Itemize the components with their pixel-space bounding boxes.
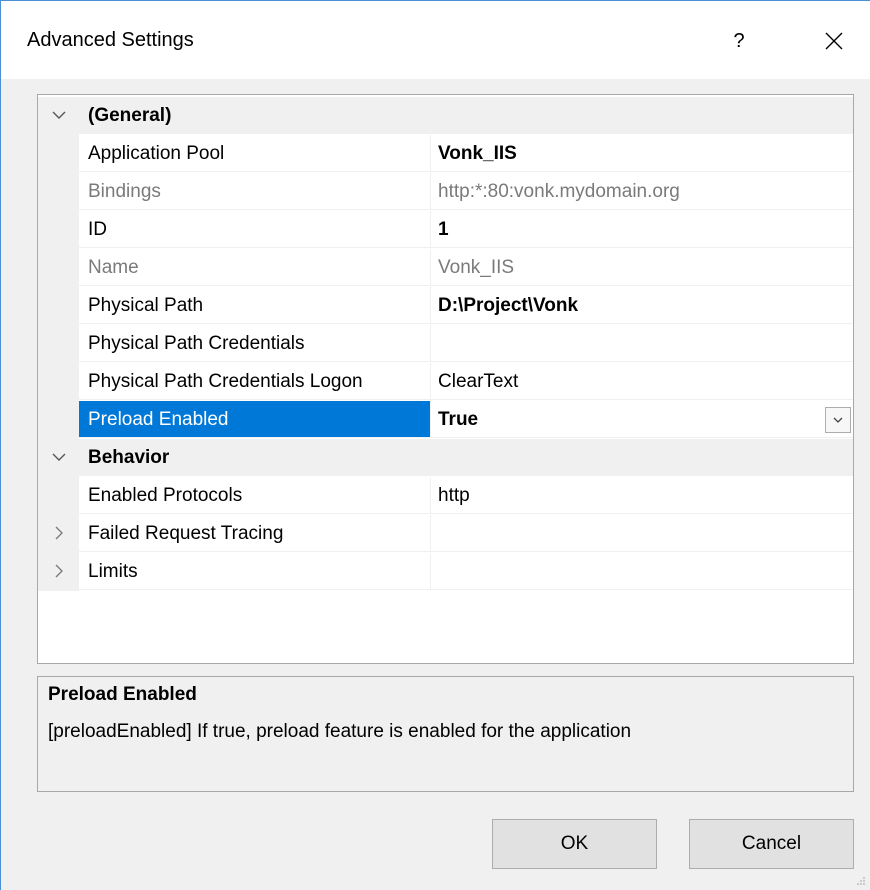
ok-button[interactable]: OK: [492, 819, 657, 869]
property-name[interactable]: Name: [79, 249, 430, 286]
category-label[interactable]: (General): [79, 97, 853, 134]
property-name[interactable]: Failed Request Tracing: [79, 515, 430, 552]
description-text: [preloadEnabled] If true, preload featur…: [48, 721, 632, 742]
category-label[interactable]: Behavior: [79, 439, 853, 476]
property-value-text: Vonk_IIS: [438, 143, 517, 164]
row-gutter: [38, 97, 79, 135]
row-gutter: [38, 439, 79, 477]
property-value[interactable]: True: [430, 401, 853, 438]
description-title: Preload Enabled: [48, 684, 197, 705]
row-gutter: [38, 477, 79, 515]
cancel-button[interactable]: Cancel: [689, 819, 854, 869]
property-row[interactable]: Physical Path Credentials: [38, 325, 853, 363]
property-name[interactable]: Enabled Protocols: [79, 477, 430, 514]
row-gutter: [38, 401, 79, 439]
close-button[interactable]: [809, 21, 859, 61]
property-name[interactable]: Physical Path Credentials Logon: [79, 363, 430, 400]
property-value[interactable]: [430, 553, 853, 590]
property-value-text: True: [438, 409, 479, 430]
property-row[interactable]: Physical Path D:\Project\Vonk: [38, 287, 853, 325]
property-name[interactable]: Application Pool: [79, 135, 430, 172]
close-icon: [825, 32, 843, 50]
property-name[interactable]: Bindings: [79, 173, 430, 210]
property-row[interactable]: Enabled Protocols http: [38, 477, 853, 515]
property-value[interactable]: ClearText: [430, 363, 853, 400]
property-value[interactable]: Vonk_IIS: [430, 135, 853, 172]
category-row[interactable]: (General): [38, 97, 853, 135]
property-row[interactable]: ID 1: [38, 211, 853, 249]
row-gutter: [38, 325, 79, 363]
value-dropdown-button[interactable]: [825, 407, 851, 433]
property-row[interactable]: Application Pool Vonk_IIS: [38, 135, 853, 173]
property-row[interactable]: Failed Request Tracing: [38, 515, 853, 553]
property-row[interactable]: Physical Path Credentials Logon ClearText: [38, 363, 853, 401]
property-value-text: D:\Project\Vonk: [438, 295, 579, 316]
cancel-button-label: Cancel: [741, 833, 802, 854]
property-value[interactable]: 1: [430, 211, 853, 248]
property-value[interactable]: [430, 515, 853, 552]
chevron-down-icon: [833, 417, 843, 423]
property-row[interactable]: Preload Enabled True: [38, 401, 853, 439]
property-row[interactable]: Name Vonk_IIS: [38, 249, 853, 287]
advanced-settings-dialog: Advanced Settings ? (General) Application…: [0, 0, 870, 890]
row-gutter: [38, 173, 79, 211]
property-row[interactable]: Limits: [38, 553, 853, 591]
property-name[interactable]: Physical Path Credentials: [79, 325, 430, 362]
property-value[interactable]: [430, 325, 853, 362]
chevron-right-icon[interactable]: [50, 524, 68, 542]
title-bar: Advanced Settings ?: [1, 1, 870, 79]
row-gutter: [38, 249, 79, 287]
property-value-text: 1: [438, 219, 449, 240]
property-name[interactable]: ID: [79, 211, 430, 248]
property-grid: (General) Application Pool Vonk_IIS Binding…: [37, 94, 854, 664]
row-gutter: [38, 287, 79, 325]
property-name[interactable]: Preload Enabled: [79, 401, 430, 438]
property-value-text: ClearText: [438, 371, 519, 392]
row-gutter: [38, 363, 79, 401]
row-gutter: [38, 553, 79, 591]
property-value-text: http: [438, 485, 470, 506]
property-value: Vonk_IIS: [430, 249, 853, 286]
chevron-right-icon[interactable]: [50, 562, 68, 580]
resize-grip-icon[interactable]: [856, 876, 866, 886]
property-value-text: http:*:80:vonk.mydomain.org: [438, 181, 680, 202]
property-value[interactable]: D:\Project\Vonk: [430, 287, 853, 324]
chevron-down-icon[interactable]: [50, 448, 68, 466]
help-label: ?: [733, 29, 745, 52]
property-value-text: Vonk_IIS: [438, 257, 515, 278]
help-button[interactable]: ?: [714, 21, 764, 61]
property-value[interactable]: http: [430, 477, 853, 514]
ok-button-label: OK: [560, 833, 589, 854]
row-gutter: [38, 515, 79, 553]
property-name[interactable]: Physical Path: [79, 287, 430, 324]
category-row[interactable]: Behavior: [38, 439, 853, 477]
row-gutter: [38, 135, 79, 173]
chevron-down-icon[interactable]: [50, 106, 68, 124]
dialog-title: Advanced Settings: [27, 29, 194, 51]
property-value: http:*:80:vonk.mydomain.org: [430, 173, 853, 210]
description-panel: Preload Enabled [preloadEnabled] If true…: [37, 676, 854, 792]
row-gutter: [38, 211, 79, 249]
property-row[interactable]: Bindings http:*:80:vonk.mydomain.org: [38, 173, 853, 211]
property-name[interactable]: Limits: [79, 553, 430, 590]
